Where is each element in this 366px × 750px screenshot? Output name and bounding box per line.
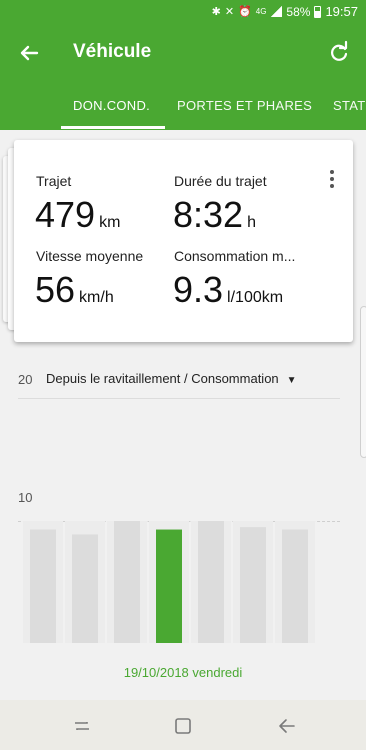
recent-apps-button[interactable] — [70, 714, 94, 738]
nav-back-icon — [279, 719, 295, 733]
home-button[interactable] — [171, 714, 195, 738]
bar[interactable] — [114, 521, 140, 643]
recent-apps-icon — [75, 722, 89, 730]
bar[interactable] — [198, 521, 224, 643]
bar[interactable] — [240, 527, 266, 643]
bar[interactable] — [30, 529, 56, 643]
home-icon — [175, 718, 191, 734]
bar-selected[interactable] — [156, 529, 182, 643]
consumption-bar-chart[interactable] — [0, 0, 366, 700]
bar[interactable] — [72, 534, 98, 643]
nav-back-button[interactable] — [274, 714, 298, 738]
selected-date: 19/10/2018 vendredi — [123, 665, 243, 680]
system-nav-bar — [0, 700, 366, 750]
bar[interactable] — [282, 529, 308, 643]
